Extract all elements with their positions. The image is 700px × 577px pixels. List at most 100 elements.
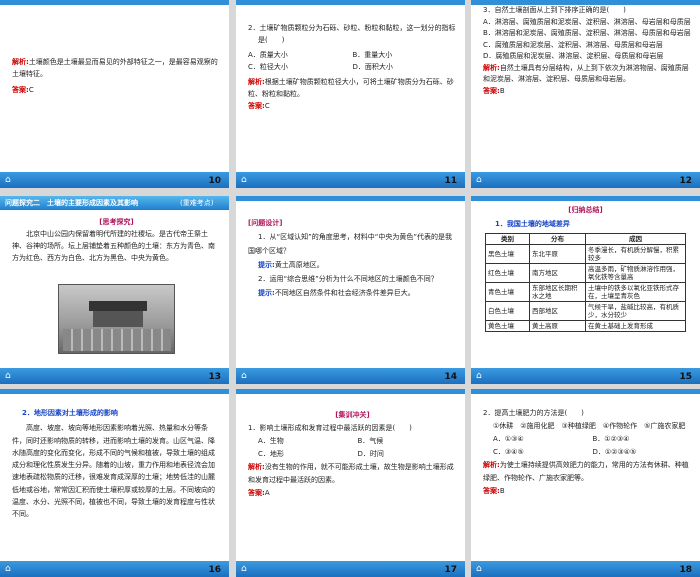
table-cell: 气候干旱，盐碱比较高，有机质少，水分较少: [585, 301, 686, 321]
slide-top-bar: [0, 389, 229, 394]
home-icon[interactable]: ⌂: [241, 371, 247, 381]
answer-value: C: [28, 86, 34, 94]
altar-photo: [58, 284, 175, 354]
option-d: D．①②③④⑤: [592, 448, 637, 456]
answer-value: A: [264, 489, 270, 497]
slide-content: [思考探究] 北京中山公园内保留着明代所建的社稷坛。是古代帝王祭土神、谷神的场所…: [12, 216, 221, 264]
slide-top-bar: [236, 196, 465, 201]
slide-10[interactable]: 解析:土壤颜色是土壤最显而易见的外部特征之一，是最容易观察的土壤特征。 答案:C…: [0, 0, 229, 188]
page-number: 18: [679, 565, 692, 575]
table-cell: 黄土高原: [529, 320, 586, 332]
slide-bottom-bar: [236, 561, 465, 577]
analysis-label: 解析:: [248, 463, 265, 471]
question-text: 1．影响土壤形成和发育过程中最活跃的因素是( ): [248, 424, 412, 432]
material-text: 北京中山公园内保留着明代所建的社稷坛。是古代帝王祭土神、谷神的场所。坛上层铺垫着…: [12, 230, 215, 262]
table-row: 黑色土壤 东北平原 冬季漫长，有机质分解慢，积累较多: [485, 244, 686, 264]
body-text: 高度、坡度、坡向等地形因素影响着光照、热量和水分等条件，同时还影响物质的转移，进…: [12, 424, 215, 519]
analysis-label: 解析:: [248, 78, 265, 86]
question-text: 2．提高土壤肥力的方法是( ): [483, 409, 584, 417]
home-icon[interactable]: ⌂: [476, 371, 482, 381]
section-title: 2．地形因素对土壤形成的影响: [22, 409, 118, 417]
slide-bottom-bar: [471, 368, 700, 384]
table-cell: 西部地区: [529, 301, 586, 321]
table-row: 黄色土壤 黄土高原 在黄土基础上发育形成: [485, 320, 686, 332]
page-number: 16: [208, 565, 221, 575]
option-c: C．粒径大小: [248, 63, 288, 71]
table-row: 青色土壤 东部地区长期积水之地 土壤中的铁多以氧化亚铁形式存在，土壤呈青灰色: [485, 282, 686, 302]
slide-bottom-bar: [236, 368, 465, 384]
table-cell: 南方地区: [529, 263, 586, 283]
analysis-text: 土壤颜色是土壤最显而易见的外部特征之一，是最容易观察的土壤特征。: [12, 58, 218, 78]
table-cell: 东北平原: [529, 244, 586, 264]
slide-15[interactable]: [归纳总结] 1．我国土壤的地域差异 类别 分布 成因 黑色土壤 东北平原 冬季…: [471, 196, 700, 384]
section-tag: [集训冲关]: [335, 411, 370, 419]
answer-label: 答案:: [248, 102, 265, 110]
table-row: 白色土壤 西部地区 气候干旱，盐碱比较高，有机质少，水分较少: [485, 301, 686, 321]
option-c: C．地形: [258, 450, 284, 458]
option-b: B．淋溶层和泥炭层、腐殖质层、淀积层、淋溶层、母质层和母岩层: [483, 29, 691, 37]
table-cell: 高温多雨，矿物质淋溶作用强，氧化铁等含量高: [585, 263, 686, 283]
slide-16[interactable]: 2．地形因素对土壤形成的影响 高度、坡度、坡向等地形因素影响着光照、热量和水分等…: [0, 389, 229, 577]
table-cell: 东部地区长期积水之地: [529, 282, 586, 302]
page-number: 12: [679, 176, 692, 186]
answer-value: B: [499, 487, 505, 495]
slide-13[interactable]: 问题探究二 土壤的主要形成因素及其影响 (重难考点) [思考探究] 北京中山公园…: [0, 196, 229, 384]
slide-bottom-bar: [471, 172, 700, 188]
table-cell: 黄色土壤: [485, 320, 530, 332]
option-b: B．气候: [357, 437, 384, 445]
page-number: 11: [444, 176, 457, 186]
home-icon[interactable]: ⌂: [5, 564, 11, 574]
page-number: 15: [679, 372, 692, 382]
question-2: 2．运用“综合思维”分析为什么不同地区的土壤颜色不同？: [258, 275, 438, 283]
table-cell: 红色土壤: [485, 263, 530, 283]
analysis-label: 解析:: [12, 58, 29, 66]
col-header: 成因: [585, 233, 686, 245]
option-a: A．生物: [258, 437, 284, 445]
table-cell: 土壤中的铁多以氧化亚铁形式存在，土壤呈青灰色: [585, 282, 686, 302]
option-d: D．面积大小: [352, 63, 393, 71]
table-title: 1．我国土壤的地域差异: [495, 220, 570, 228]
analysis-label: 解析:: [483, 461, 500, 469]
section-title: 问题探究二 土壤的主要形成因素及其影响: [5, 199, 138, 207]
answer-label: 答案:: [483, 487, 500, 495]
slide-top-bar: [236, 0, 465, 5]
page-number: 10: [208, 176, 221, 186]
slide-top-bar: [0, 0, 229, 5]
table-cell: 黑色土壤: [485, 244, 530, 264]
home-icon[interactable]: ⌂: [5, 175, 11, 185]
section-tag: [问题设计]: [248, 219, 283, 227]
slide-top-bar: [471, 389, 700, 394]
analysis-label: 解析:: [483, 63, 500, 72]
option-a: A．淋溶层、腐殖质层和泥炭层、淀积层、淋溶层、母岩层和母质层: [483, 17, 691, 26]
hint-1: 黄土高原地区。: [274, 261, 324, 269]
slide-12[interactable]: 3．自然土壤剖面从上到下排序正确的是( ) A．淋溶层、腐殖质层和泥炭层、淀积层…: [471, 0, 700, 188]
table-cell: 青色土壤: [485, 282, 530, 302]
option-d: D．腐殖质层和泥炭层、淋溶层、淀积层、母质层和母岩层: [483, 52, 664, 60]
page-number: 17: [444, 565, 457, 575]
slide-top-bar: [236, 389, 465, 394]
answer-value: C: [264, 102, 270, 110]
slide-14[interactable]: [问题设计] 1．从“区域认知”的角度思考，材料中“中央为黄色”代表的是我国哪个…: [236, 196, 465, 384]
question-1: 1．从“区域认知”的角度思考，材料中“中央为黄色”代表的是我国哪个区域？: [248, 233, 452, 255]
option-a: A．①③④: [493, 435, 524, 443]
home-icon[interactable]: ⌂: [241, 564, 247, 574]
soil-table: 类别 分布 成因 黑色土壤 东北平原 冬季漫长，有机质分解慢，积累较多 红色土壤…: [485, 233, 686, 332]
home-icon[interactable]: ⌂: [476, 175, 482, 185]
table-header-row: 类别 分布 成因: [485, 233, 686, 245]
analysis-text: 没有生物的作用，就不可能形成土壤，故生物是影响土壤形成和发育过程中最活跃的因素。: [248, 463, 454, 484]
slide-17[interactable]: [集训冲关] 1．影响土壤形成和发育过程中最活跃的因素是( ) A．生物 B．气…: [236, 389, 465, 577]
slide-content: 3．自然土壤剖面从上到下排序正确的是( ) A．淋溶层、腐殖质层和泥炭层、淀积层…: [483, 5, 692, 97]
option-a: A．质量大小: [248, 51, 288, 59]
slide-18[interactable]: 2．提高土壤肥力的方法是( ) ①休耕 ②施用化肥 ③种植绿肥 ④作物轮作 ⑤广…: [471, 389, 700, 577]
home-icon[interactable]: ⌂: [476, 564, 482, 574]
option-d: D．时间: [357, 450, 384, 458]
page-number: 13: [208, 372, 221, 382]
section-tag: [思考探究]: [99, 218, 134, 226]
home-icon[interactable]: ⌂: [5, 371, 11, 381]
home-icon[interactable]: ⌂: [241, 175, 247, 185]
section-tag: [归纳总结]: [568, 206, 603, 214]
table-cell: 冬季漫长，有机质分解慢，积累较多: [585, 244, 686, 264]
choice-list: ①休耕 ②施用化肥 ③种植绿肥 ④作物轮作 ⑤广施农家肥: [493, 422, 686, 430]
question-text: 3．自然土壤剖面从上到下排序正确的是( ): [483, 6, 626, 14]
slide-11[interactable]: 2．土壤矿物质颗粒分为石砾、砂粒、粉粒和黏粒，这一划分的指标是( ) A．质量大…: [236, 0, 465, 188]
